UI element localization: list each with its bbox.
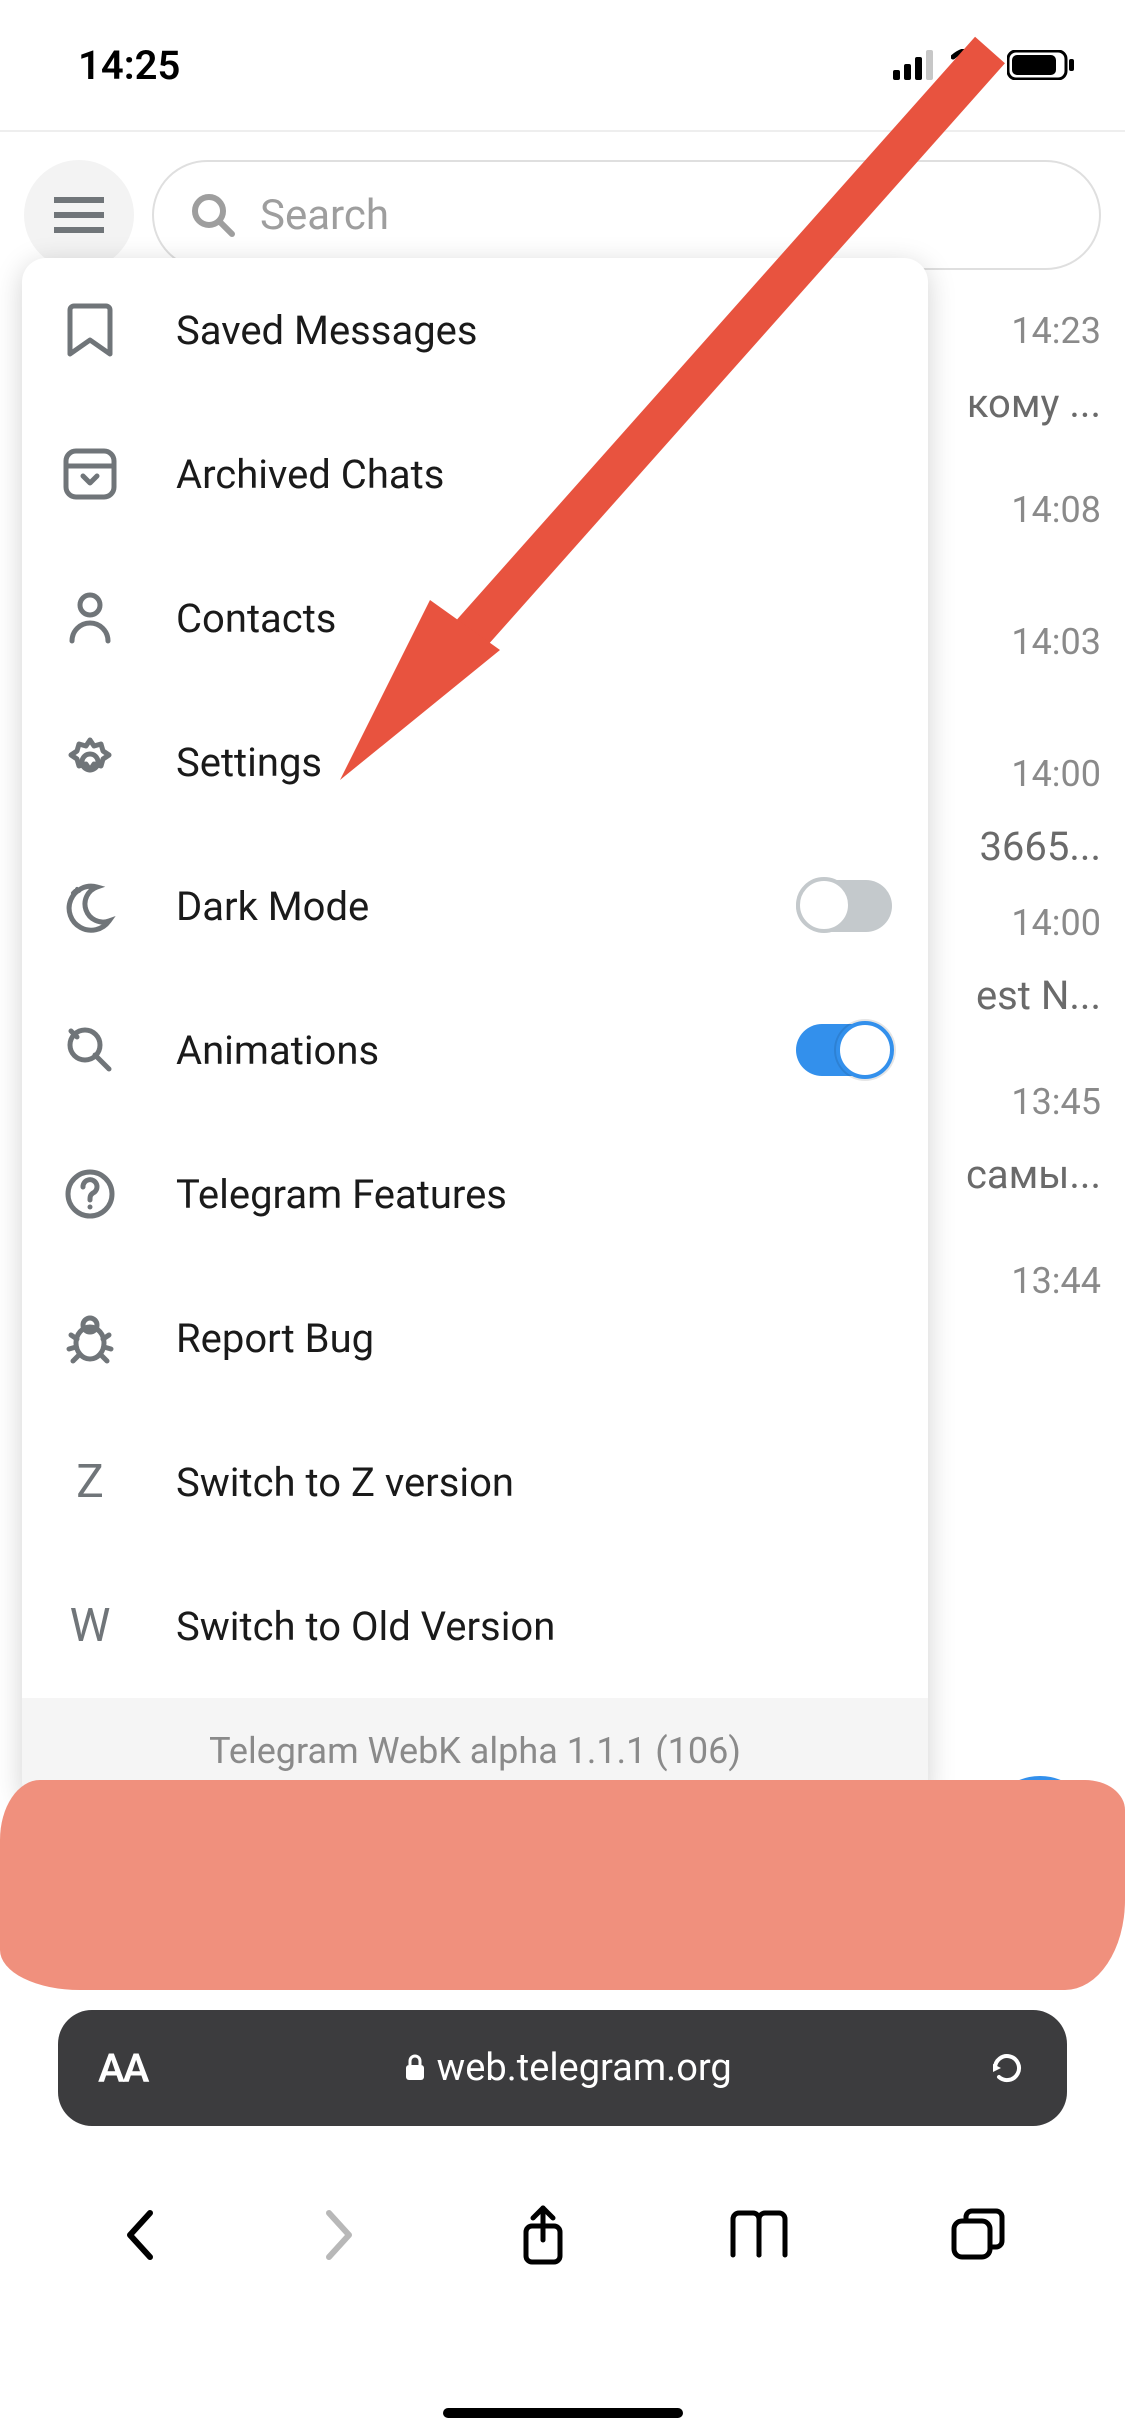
menu-item-label: Switch to Z version [176, 1459, 892, 1506]
search-input[interactable]: Search [152, 160, 1101, 270]
menu-item-saved-messages[interactable]: Saved Messages [22, 258, 928, 402]
menu-item-label: Saved Messages [176, 307, 892, 354]
search-icon [190, 192, 236, 238]
safari-toolbar [0, 2170, 1125, 2300]
status-time: 14:25 [78, 42, 180, 89]
forward-icon[interactable] [319, 2207, 359, 2263]
menu-item-label: Contacts [176, 595, 892, 642]
z-icon: Z [58, 1450, 122, 1514]
menu-item-report-bug[interactable]: Report Bug [22, 1266, 928, 1410]
menu-item-animations[interactable]: Animations [22, 978, 928, 1122]
share-icon[interactable] [518, 2204, 568, 2266]
menu-item-archived-chats[interactable]: Archived Chats [22, 402, 928, 546]
menu-item-telegram-features[interactable]: Telegram Features [22, 1122, 928, 1266]
menu-item-label: Dark Mode [176, 883, 742, 930]
reload-icon[interactable] [987, 2048, 1027, 2088]
search-placeholder: Search [260, 191, 389, 240]
w-icon: W [58, 1594, 122, 1658]
text-size-button[interactable]: AA [98, 2045, 147, 2092]
menu-item-switch-old[interactable]: W Switch to Old Version [22, 1554, 928, 1698]
url-display: web.telegram.org [403, 2046, 732, 2090]
gear-icon [58, 730, 122, 794]
bookmarks-icon[interactable] [727, 2209, 791, 2261]
bug-icon [58, 1306, 122, 1370]
menu-item-label: Telegram Features [176, 1171, 892, 1218]
back-icon[interactable] [120, 2207, 160, 2263]
help-icon [58, 1162, 122, 1226]
hamburger-icon [54, 196, 104, 234]
lock-icon [403, 2053, 427, 2083]
redaction-overlay [0, 1780, 1125, 1990]
main-menu-dropdown: Saved Messages Archived Chats Contacts S… [22, 258, 928, 1804]
moon-icon [58, 874, 122, 938]
menu-item-switch-z[interactable]: Z Switch to Z version [22, 1410, 928, 1554]
menu-item-label: Animations [176, 1027, 742, 1074]
menu-item-label: Switch to Old Version [176, 1603, 892, 1650]
safari-address-bar[interactable]: AA web.telegram.org [58, 2010, 1067, 2126]
hamburger-menu-button[interactable] [24, 160, 134, 270]
animations-toggle[interactable] [796, 1024, 892, 1076]
archive-icon [58, 442, 122, 506]
menu-item-settings[interactable]: Settings [22, 690, 928, 834]
status-bar: 14:25 [0, 0, 1125, 130]
battery-icon [1007, 50, 1075, 80]
home-indicator [443, 2408, 683, 2418]
cellular-icon [893, 50, 939, 80]
header: Search [0, 132, 1125, 270]
menu-item-dark-mode[interactable]: Dark Mode [22, 834, 928, 978]
tabs-icon[interactable] [950, 2207, 1006, 2263]
menu-item-label: Settings [176, 739, 892, 786]
status-indicators [893, 49, 1075, 81]
dark-mode-toggle[interactable] [796, 880, 892, 932]
person-icon [58, 586, 122, 650]
wifi-icon [951, 49, 995, 81]
bookmark-icon [58, 298, 122, 362]
animations-icon [58, 1018, 122, 1082]
menu-item-label: Report Bug [176, 1315, 892, 1362]
menu-item-label: Archived Chats [176, 451, 892, 498]
menu-item-contacts[interactable]: Contacts [22, 546, 928, 690]
